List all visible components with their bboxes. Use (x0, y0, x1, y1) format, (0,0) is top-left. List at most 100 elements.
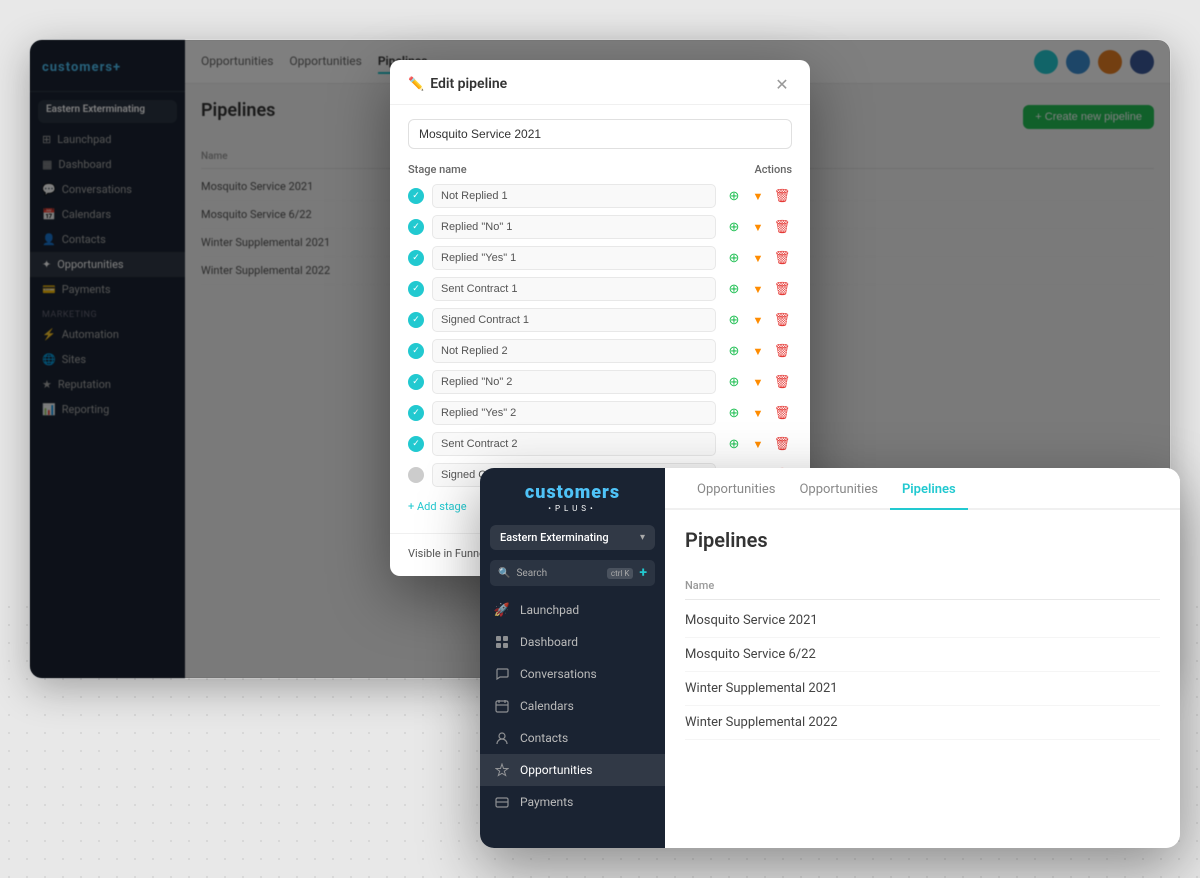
stage-add-btn-4[interactable]: ⊕ (724, 310, 744, 330)
fg-nav-dashboard[interactable]: Dashboard (480, 626, 665, 658)
fg-nav-contacts[interactable]: Contacts (480, 722, 665, 754)
actions-label: Actions (754, 163, 792, 176)
stage-add-btn-6[interactable]: ⊕ (724, 372, 744, 392)
stage-add-btn-8[interactable]: ⊕ (724, 434, 744, 454)
fg-page-title: Pipelines (685, 528, 1160, 552)
stage-input-2[interactable] (432, 246, 716, 270)
fg-nav-opportunities[interactable]: Opportunities (480, 754, 665, 786)
stage-check-icon: ✓ (408, 219, 424, 235)
close-button[interactable]: ✕ (772, 74, 792, 94)
search-icon: 🔍 (498, 568, 510, 579)
stage-input-0[interactable] (432, 184, 716, 208)
fg-search-bar[interactable]: 🔍 Search ctrl K + (490, 560, 655, 586)
stage-delete-btn-2[interactable]: 🗑 (772, 248, 792, 268)
fg-nav-payments[interactable]: Payments (480, 786, 665, 818)
fg-account-selector[interactable]: Eastern Exterminating ▾ (490, 525, 655, 550)
stage-filter-btn-2[interactable]: ▼ (748, 248, 768, 268)
payments-icon (494, 794, 510, 810)
stage-add-btn-5[interactable]: ⊕ (724, 341, 744, 361)
stage-add-btn-2[interactable]: ⊕ (724, 248, 744, 268)
stage-delete-btn-4[interactable]: 🗑 (772, 310, 792, 330)
fg-column-name: Name (685, 579, 714, 592)
stage-check-icon: ✓ (408, 188, 424, 204)
fg-table-row-2[interactable]: Winter Supplemental 2021 (685, 672, 1160, 706)
launchpad-icon: 🚀 (494, 602, 510, 618)
stage-actions-3: ⊕ ▼ 🗑 (724, 279, 792, 299)
stage-row-8: ✓ ⊕ ▼ 🗑 (408, 432, 792, 456)
stage-input-3[interactable] (432, 277, 716, 301)
stage-row-6: ✓ ⊕ ▼ 🗑 (408, 370, 792, 394)
stage-delete-btn-7[interactable]: 🗑 (772, 403, 792, 423)
stage-section-header: Stage name Actions (408, 163, 792, 176)
edit-icon: ✏️ (408, 77, 424, 92)
fg-table-row-3[interactable]: Winter Supplemental 2022 (685, 706, 1160, 740)
search-shortcut: ctrl K (607, 568, 633, 579)
stage-input-6[interactable] (432, 370, 716, 394)
stage-filter-btn-0[interactable]: ▼ (748, 186, 768, 206)
stage-actions-1: ⊕ ▼ 🗑 (724, 217, 792, 237)
stage-input-4[interactable] (432, 308, 716, 332)
stage-add-btn-0[interactable]: ⊕ (724, 186, 744, 206)
stage-actions-4: ⊕ ▼ 🗑 (724, 310, 792, 330)
stage-filter-btn-5[interactable]: ▼ (748, 341, 768, 361)
stage-input-5[interactable] (432, 339, 716, 363)
fg-table-row-1[interactable]: Mosquito Service 6/22 (685, 638, 1160, 672)
fg-table-row-0[interactable]: Mosquito Service 2021 (685, 604, 1160, 638)
chat-icon (494, 666, 510, 682)
stage-actions-6: ⊕ ▼ 🗑 (724, 372, 792, 392)
contacts-icon (494, 730, 510, 746)
search-add-icon[interactable]: + (639, 565, 647, 581)
opportunities-icon (494, 762, 510, 778)
stage-add-btn-1[interactable]: ⊕ (724, 217, 744, 237)
fg-nav-launchpad[interactable]: 🚀 Launchpad (480, 594, 665, 626)
stage-delete-btn-3[interactable]: 🗑 (772, 279, 792, 299)
stage-actions-5: ⊕ ▼ 🗑 (724, 341, 792, 361)
fg-account-name: Eastern Exterminating (500, 531, 609, 544)
stage-actions-0: ⊕ ▼ 🗑 (724, 186, 792, 206)
modal-title: ✏️ Edit pipeline (408, 76, 507, 92)
stage-filter-btn-3[interactable]: ▼ (748, 279, 768, 299)
stage-row-1: ✓ ⊕ ▼ 🗑 (408, 215, 792, 239)
fg-sidebar: customers •PLUS• Eastern Exterminating ▾… (480, 468, 665, 848)
foreground-panel: customers •PLUS• Eastern Exterminating ▾… (480, 468, 1180, 848)
stage-input-1[interactable] (432, 215, 716, 239)
stage-input-8[interactable] (432, 432, 716, 456)
stage-filter-btn-7[interactable]: ▼ (748, 403, 768, 423)
fg-tab-opportunities-2[interactable]: Opportunities (787, 468, 889, 510)
stage-filter-btn-4[interactable]: ▼ (748, 310, 768, 330)
stage-check-icon: ✓ (408, 436, 424, 452)
fg-logo-area: customers •PLUS• (480, 468, 665, 525)
calendar-icon (494, 698, 510, 714)
stage-check-icon: ✓ (408, 343, 424, 359)
fg-logo-text: customers (525, 484, 620, 502)
stage-delete-btn-6[interactable]: 🗑 (772, 372, 792, 392)
fg-tab-bar: Opportunities Opportunities Pipelines (665, 468, 1180, 510)
stage-name-label: Stage name (408, 163, 467, 176)
stage-row-5: ✓ ⊕ ▼ 🗑 (408, 339, 792, 363)
stage-delete-btn-8[interactable]: 🗑 (772, 434, 792, 454)
stage-add-btn-7[interactable]: ⊕ (724, 403, 744, 423)
fg-nav-conversations[interactable]: Conversations (480, 658, 665, 690)
stage-row-0: ✓ ⊕ ▼ 🗑 (408, 184, 792, 208)
stage-filter-btn-1[interactable]: ▼ (748, 217, 768, 237)
fg-nav-calendars[interactable]: Calendars (480, 690, 665, 722)
fg-page-area: Pipelines Name Mosquito Service 2021 Mos… (665, 510, 1180, 848)
stage-check-icon: ✓ (408, 405, 424, 421)
stage-filter-btn-6[interactable]: ▼ (748, 372, 768, 392)
stage-row-2: ✓ ⊕ ▼ 🗑 (408, 246, 792, 270)
stage-add-btn-3[interactable]: ⊕ (724, 279, 744, 299)
stage-delete-btn-0[interactable]: 🗑 (772, 186, 792, 206)
stage-filter-btn-8[interactable]: ▼ (748, 434, 768, 454)
stage-check-icon: ✓ (408, 250, 424, 266)
fg-search-text: Search (516, 568, 600, 579)
chevron-down-icon: ▾ (640, 532, 645, 543)
stage-delete-btn-1[interactable]: 🗑 (772, 217, 792, 237)
fg-tab-opportunities-1[interactable]: Opportunities (685, 468, 787, 510)
stage-row-4: ✓ ⊕ ▼ 🗑 (408, 308, 792, 332)
stage-actions-7: ⊕ ▼ 🗑 (724, 403, 792, 423)
stage-delete-btn-5[interactable]: 🗑 (772, 341, 792, 361)
fg-tab-pipelines[interactable]: Pipelines (890, 468, 968, 510)
dashboard-icon (494, 634, 510, 650)
stage-input-7[interactable] (432, 401, 716, 425)
pipeline-name-input[interactable] (408, 119, 792, 149)
